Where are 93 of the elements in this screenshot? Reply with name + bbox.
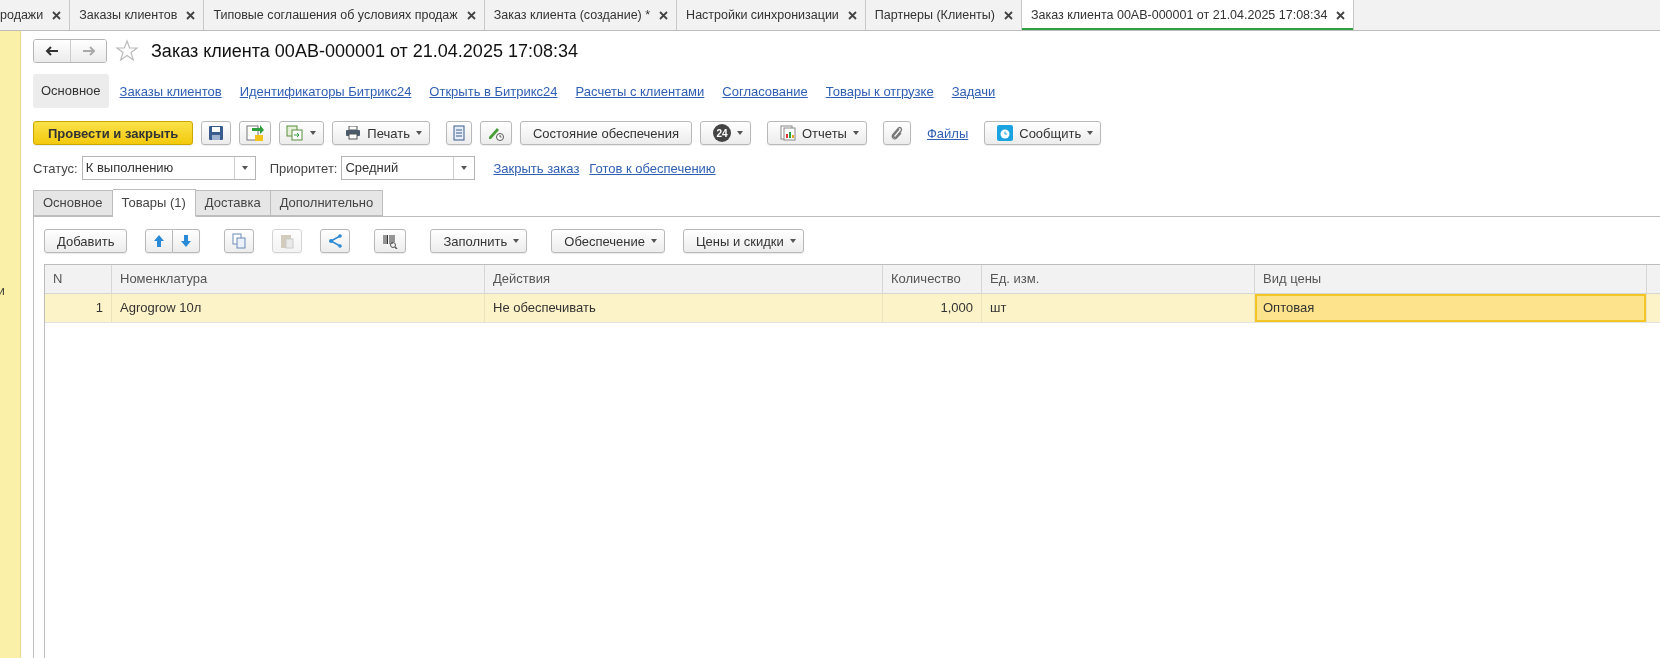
copy-button[interactable] bbox=[224, 229, 255, 253]
prices-discounts-button[interactable]: Цены и скидки bbox=[682, 229, 804, 253]
priority-label: Приоритет: bbox=[269, 160, 338, 176]
badge-icon: 24 bbox=[713, 124, 731, 142]
document-tab[interactable]: Заказ клиента 00AB-000001 от 21.04.2025 17:08:34 bbox=[1021, 0, 1355, 30]
document-tab[interactable]: Заказы клиентов bbox=[70, 0, 205, 30]
column-header[interactable]: Номенклатура bbox=[112, 265, 485, 293]
share-button[interactable] bbox=[320, 229, 351, 253]
table-cell: 1,000 bbox=[883, 294, 982, 322]
clipboard-icon bbox=[280, 233, 295, 249]
table-cell: Agrogrow 10л bbox=[112, 294, 485, 322]
document-tab[interactable]: родажи bbox=[0, 0, 71, 30]
create-based-button[interactable] bbox=[279, 121, 325, 145]
documents-icon bbox=[286, 125, 305, 141]
barcode-button[interactable] bbox=[374, 229, 407, 253]
printer-icon bbox=[345, 126, 362, 140]
supply-state-button[interactable]: Состояние обеспечения bbox=[519, 121, 692, 145]
edit-history-button[interactable] bbox=[479, 121, 512, 145]
form-tab[interactable]: Товары (1) bbox=[112, 189, 196, 217]
pencil-clock-icon bbox=[486, 125, 505, 141]
action-link[interactable]: Готов к обеспечению bbox=[589, 160, 716, 176]
add-button[interactable]: Добавить bbox=[44, 229, 128, 253]
nav-link[interactable]: Открыть в Битрикс24 bbox=[420, 83, 567, 99]
caret-icon bbox=[1087, 131, 1094, 135]
caret-icon bbox=[650, 239, 657, 243]
nav-link[interactable]: Расчеты с клиентами bbox=[566, 83, 714, 99]
close-icon[interactable] bbox=[466, 10, 476, 20]
arrow-down-icon bbox=[180, 234, 193, 248]
document-tab[interactable]: Партнеры (Клиенты) bbox=[865, 0, 1022, 30]
star-icon[interactable] bbox=[115, 39, 139, 63]
close-icon[interactable] bbox=[1336, 10, 1346, 20]
fill-button[interactable]: Заполнить bbox=[430, 229, 528, 253]
reports-button[interactable]: Отчеты bbox=[767, 121, 867, 145]
document-tab[interactable]: Настройки синхронизации bbox=[677, 0, 866, 30]
caret-icon bbox=[513, 239, 520, 243]
share-icon bbox=[328, 234, 343, 248]
caret-icon bbox=[852, 131, 859, 135]
column-header[interactable]: Количество bbox=[883, 265, 982, 293]
supply-button[interactable]: Обеспечение bbox=[551, 229, 665, 253]
list-button[interactable] bbox=[445, 121, 472, 145]
copy-icon bbox=[232, 233, 247, 249]
back-button[interactable] bbox=[34, 40, 70, 62]
nav-link[interactable]: Товары к отгрузке bbox=[816, 83, 943, 99]
move-up-button[interactable] bbox=[145, 229, 174, 253]
document-tab[interactable]: Типовые соглашения об условиях продаж bbox=[204, 0, 485, 30]
nav-link[interactable]: Идентификаторы Битрикс24 bbox=[230, 83, 421, 99]
form-tab[interactable]: Дополнительно bbox=[270, 190, 384, 216]
table-cell: Оптовая bbox=[1255, 294, 1647, 322]
attach-button[interactable] bbox=[882, 121, 911, 145]
status-label: Статус: bbox=[33, 160, 78, 176]
table-row[interactable]: 1 Agrogrow 10л Не обеспечивать 1,000 шт Оптовая bbox=[45, 294, 1660, 323]
window-title: Заказ клиента 00AB-000001 от 21.04.2025 17:08:34 bbox=[151, 40, 578, 62]
nav-link[interactable]: Основное bbox=[33, 74, 109, 108]
post-and-close-button[interactable]: Провести и закрыть bbox=[33, 121, 194, 145]
nav-link[interactable]: Заказы клиентов bbox=[110, 83, 231, 99]
table-cell: Не обеспечивать bbox=[485, 294, 883, 322]
column-header[interactable]: N bbox=[45, 265, 112, 293]
form-tab[interactable]: Доставка bbox=[195, 190, 271, 216]
priority-field[interactable]: Средний bbox=[341, 156, 476, 180]
caret-icon bbox=[310, 131, 317, 135]
close-icon[interactable] bbox=[1003, 10, 1013, 20]
bitrix-button[interactable]: 24 bbox=[700, 121, 751, 145]
notify-button[interactable]: Сообщить bbox=[984, 121, 1102, 145]
chart-icon bbox=[780, 125, 796, 141]
paperclip-icon bbox=[889, 125, 904, 141]
column-header[interactable]: Ед. изм. bbox=[982, 265, 1255, 293]
close-icon[interactable] bbox=[186, 10, 196, 20]
print-button[interactable]: Печать bbox=[332, 121, 430, 145]
action-link[interactable]: Закрыть заказ bbox=[493, 160, 580, 176]
column-header[interactable]: Действия bbox=[485, 265, 883, 293]
nav-link[interactable]: Задачи bbox=[942, 83, 1005, 99]
arrow-left-icon bbox=[45, 46, 59, 56]
column-header[interactable]: Вид цены bbox=[1255, 265, 1647, 293]
arrow-up-icon bbox=[153, 234, 166, 248]
arrow-right-icon bbox=[81, 46, 96, 56]
caret-icon bbox=[737, 131, 743, 135]
caret-icon bbox=[415, 131, 422, 135]
status-field[interactable]: К выполнению bbox=[81, 156, 256, 180]
move-down-button[interactable] bbox=[173, 229, 201, 253]
list-icon bbox=[452, 125, 465, 141]
caret-icon bbox=[789, 239, 796, 243]
save-button[interactable] bbox=[201, 121, 232, 145]
post-button[interactable] bbox=[239, 121, 272, 145]
files-link[interactable]: Файлы bbox=[926, 125, 969, 141]
close-icon[interactable] bbox=[847, 10, 857, 20]
close-icon[interactable] bbox=[52, 10, 62, 20]
nav-link[interactable]: Согласование bbox=[713, 83, 817, 99]
barcode-icon bbox=[382, 233, 399, 249]
form-tab[interactable]: Основное bbox=[33, 190, 113, 216]
document-arrow-icon bbox=[246, 124, 265, 142]
document-tab[interactable]: Заказ клиента (создание) * bbox=[484, 0, 678, 30]
close-icon[interactable] bbox=[659, 10, 669, 20]
table-cell: 1 bbox=[45, 294, 112, 322]
